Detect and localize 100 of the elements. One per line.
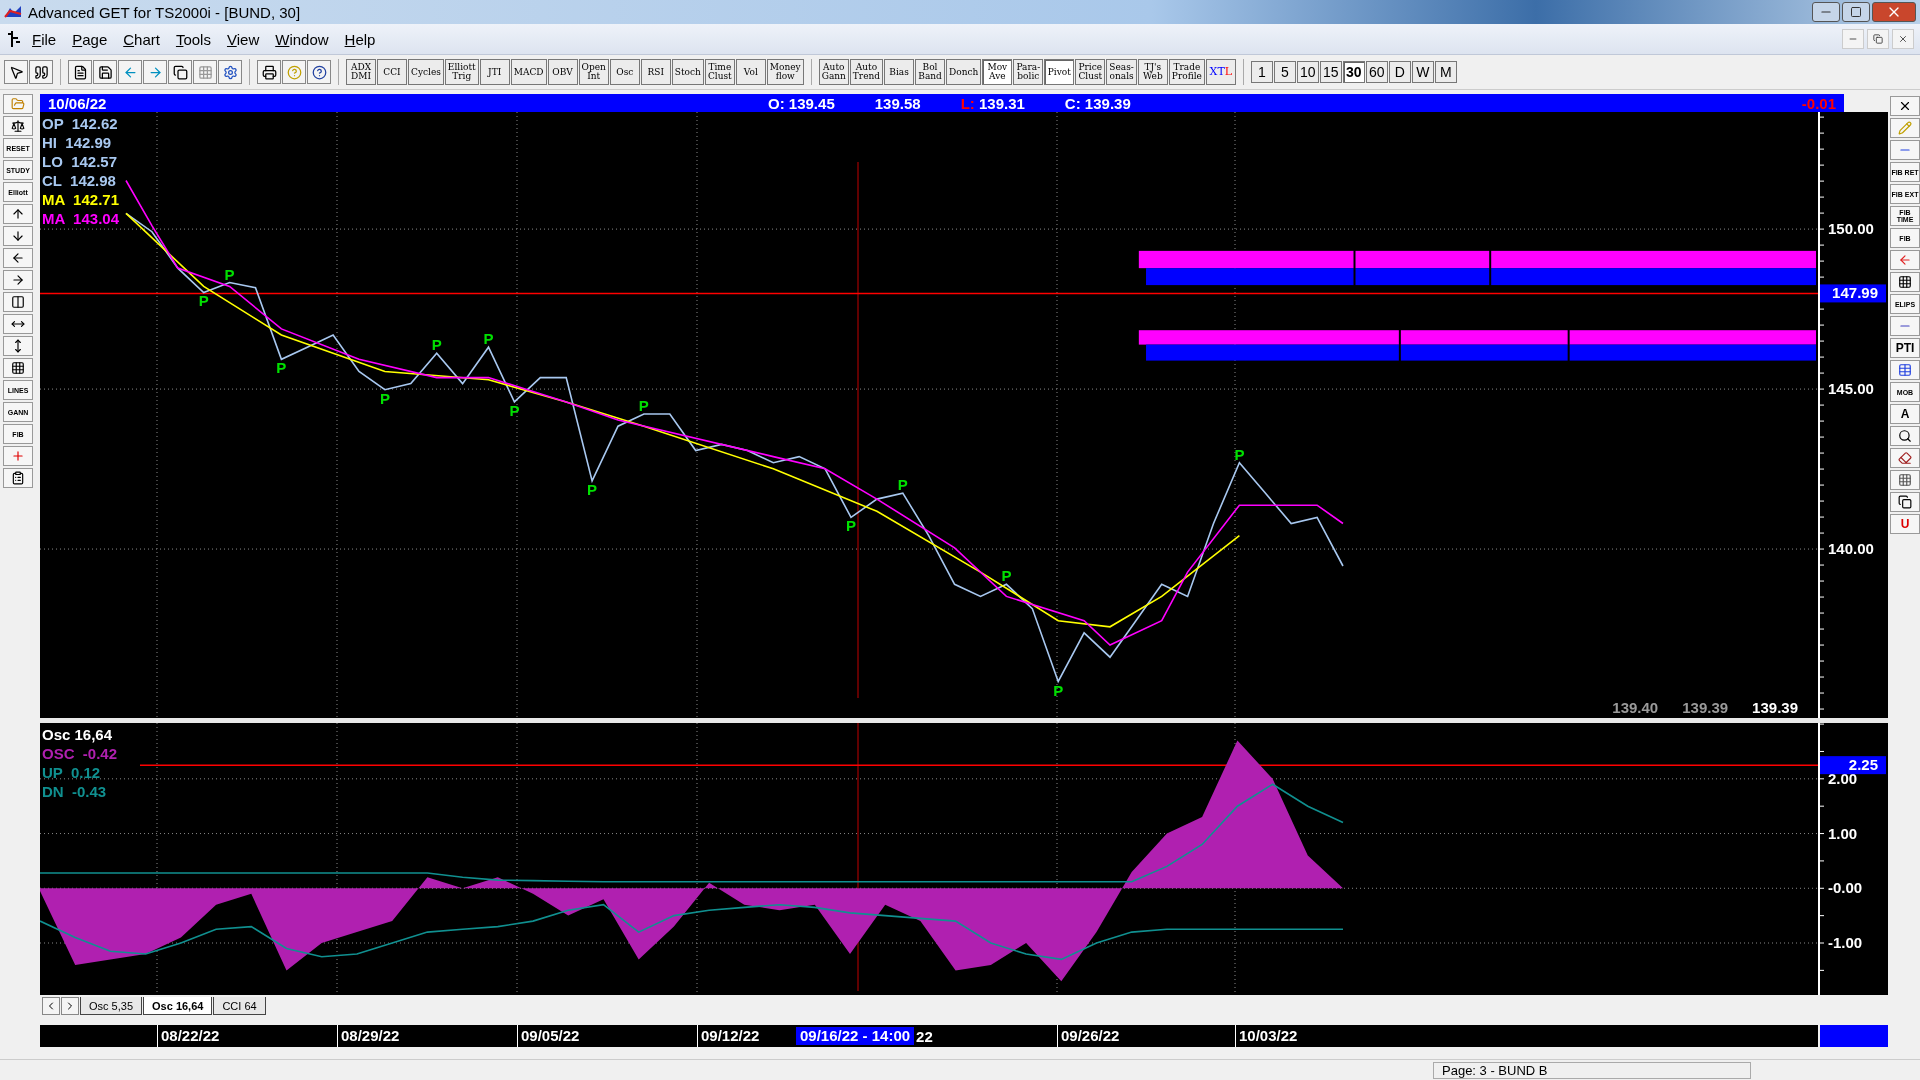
- drawing-tool-button[interactable]: PTI: [1890, 338, 1920, 358]
- maximize-button[interactable]: [1842, 2, 1870, 22]
- indicator-toggle[interactable]: RSI: [640, 59, 671, 85]
- interval-button[interactable]: 5: [1273, 61, 1296, 83]
- study-title: Osc 16,64: [42, 725, 114, 744]
- pointer-button[interactable]: [4, 60, 28, 84]
- menu-item[interactable]: Window: [269, 28, 335, 50]
- legend-value: MA 143.04: [42, 209, 119, 228]
- window-title: Advanced GET for TS2000i - [BUND, 30]: [28, 3, 301, 21]
- quote-button[interactable]: [29, 60, 53, 84]
- date-label: 08/29/22: [337, 1025, 400, 1047]
- indicator-toggle[interactable]: MACD: [510, 59, 547, 85]
- scroll-right-button[interactable]: [61, 997, 79, 1015]
- menu-item[interactable]: View: [220, 28, 266, 50]
- indicator-toggle[interactable]: Mov Ave: [982, 59, 1013, 85]
- indicator-toggle[interactable]: Para- bolic: [1013, 59, 1044, 85]
- scales-button[interactable]: [3, 116, 33, 136]
- zoom-button[interactable]: [1890, 426, 1920, 446]
- study-tab[interactable]: Osc 16,64: [143, 997, 213, 1015]
- grid-button[interactable]: [1890, 272, 1920, 292]
- interval-button[interactable]: 60: [1365, 61, 1388, 83]
- cursor-tool-icon: [6, 30, 22, 48]
- scroll-left-button[interactable]: [42, 997, 60, 1015]
- table-button[interactable]: [1890, 360, 1920, 380]
- close-button[interactable]: [1872, 2, 1916, 22]
- pivot-marker: P: [1053, 681, 1064, 699]
- indicator-toggle[interactable]: ADX DMI: [346, 59, 376, 85]
- indicator-toggle[interactable]: Vol: [735, 59, 766, 85]
- save-button[interactable]: [93, 60, 117, 84]
- indicator-toggle[interactable]: OBV: [547, 59, 578, 85]
- down-arrow-button[interactable]: [3, 226, 33, 246]
- interval-button[interactable]: 15: [1319, 61, 1342, 83]
- columns-icon: [11, 295, 25, 309]
- indicator-toggle[interactable]: XTL: [1205, 59, 1236, 85]
- date-label: 08/22/22: [157, 1025, 220, 1047]
- indicator-toggle[interactable]: Bol Band: [915, 59, 946, 85]
- axis-label: 150.00: [1828, 220, 1874, 238]
- print-button[interactable]: [257, 60, 281, 84]
- restore-button[interactable]: [1867, 29, 1889, 49]
- study-tab[interactable]: CCI 64: [213, 997, 266, 1015]
- table-icon: [1898, 363, 1912, 377]
- indicator-toggle[interactable]: Pivot: [1044, 59, 1075, 85]
- pages-button[interactable]: [1890, 492, 1920, 512]
- dot-grid-button[interactable]: [3, 358, 33, 378]
- indicator-toggle[interactable]: Stoch: [671, 59, 704, 85]
- eraser-button[interactable]: [1890, 448, 1920, 468]
- level-marker: 2.25: [1820, 756, 1886, 775]
- indicator-toggle[interactable]: TJ's Web: [1137, 59, 1168, 85]
- indicator-toggle[interactable]: Open Int: [578, 59, 609, 85]
- menu-item[interactable]: Tools: [169, 28, 217, 50]
- study-tab[interactable]: Osc 5,35: [80, 997, 143, 1015]
- menu-item[interactable]: Chart: [117, 28, 166, 50]
- right-arrow-button[interactable]: [3, 270, 33, 290]
- indicator-toggle[interactable]: Auto Trend: [849, 59, 884, 85]
- left-arrow-button[interactable]: [3, 248, 33, 268]
- indicator-toggle[interactable]: Trade Profile: [1168, 59, 1205, 85]
- indicator-toggle[interactable]: Time Clust: [704, 59, 735, 85]
- maximize-icon: [1850, 6, 1862, 18]
- indicator-toggle[interactable]: Elliott Trig: [444, 59, 479, 85]
- menu-item[interactable]: Help: [338, 28, 382, 50]
- indicator-toggle[interactable]: Bias: [884, 59, 915, 85]
- menu-item[interactable]: Page: [66, 28, 114, 50]
- close-tool-button[interactable]: [1890, 96, 1920, 116]
- drawing-tool-button[interactable]: A: [1890, 404, 1920, 424]
- interval-button[interactable]: D: [1388, 61, 1411, 83]
- vertical-arrows-button[interactable]: [3, 336, 33, 356]
- indicator-toggle[interactable]: JTI: [479, 59, 510, 85]
- settings-button[interactable]: [218, 60, 242, 84]
- indicator-toggle[interactable]: Donch: [946, 59, 982, 85]
- minimize-button[interactable]: [1812, 2, 1840, 22]
- interval-button[interactable]: M: [1434, 61, 1457, 83]
- new-page-button[interactable]: [68, 60, 92, 84]
- indicator-toggle[interactable]: Auto Gann: [818, 59, 849, 85]
- interval-button[interactable]: 30: [1342, 61, 1365, 83]
- horizontal-arrows-button[interactable]: [3, 314, 33, 334]
- interval-button[interactable]: 1: [1250, 61, 1273, 83]
- open-folder-icon: [11, 97, 25, 111]
- menu-item[interactable]: File: [26, 28, 63, 50]
- legend-value: CL 142.98: [42, 171, 117, 190]
- properties-button[interactable]: [3, 468, 33, 488]
- indicator-toggle[interactable]: Money flow: [766, 59, 804, 85]
- indicator-toggle[interactable]: Cycles: [408, 59, 444, 85]
- indicator-toggle[interactable]: Seas- onals: [1106, 59, 1137, 85]
- copy-button[interactable]: [168, 60, 192, 84]
- indicator-toggle[interactable]: Price Clust: [1075, 59, 1106, 85]
- up-arrow-button[interactable]: [3, 204, 33, 224]
- context-help-button[interactable]: [307, 60, 331, 84]
- down-arrow-icon: [11, 229, 25, 243]
- pointer-icon: [8, 64, 24, 80]
- pivot-marker: P: [483, 330, 494, 348]
- indicator-toggle[interactable]: CCI: [377, 59, 407, 85]
- drawing-tool-button[interactable]: U: [1890, 514, 1920, 534]
- date-label: 22: [915, 1027, 933, 1045]
- right-arrow-icon: [11, 273, 25, 287]
- indicator-toggle[interactable]: Osc: [609, 59, 640, 85]
- interval-button[interactable]: W: [1411, 61, 1434, 83]
- legend-value: UP 0.12: [42, 763, 102, 782]
- columns-button[interactable]: [3, 292, 33, 312]
- pivot-marker: P: [379, 389, 390, 407]
- interval-button[interactable]: 10: [1296, 61, 1319, 83]
